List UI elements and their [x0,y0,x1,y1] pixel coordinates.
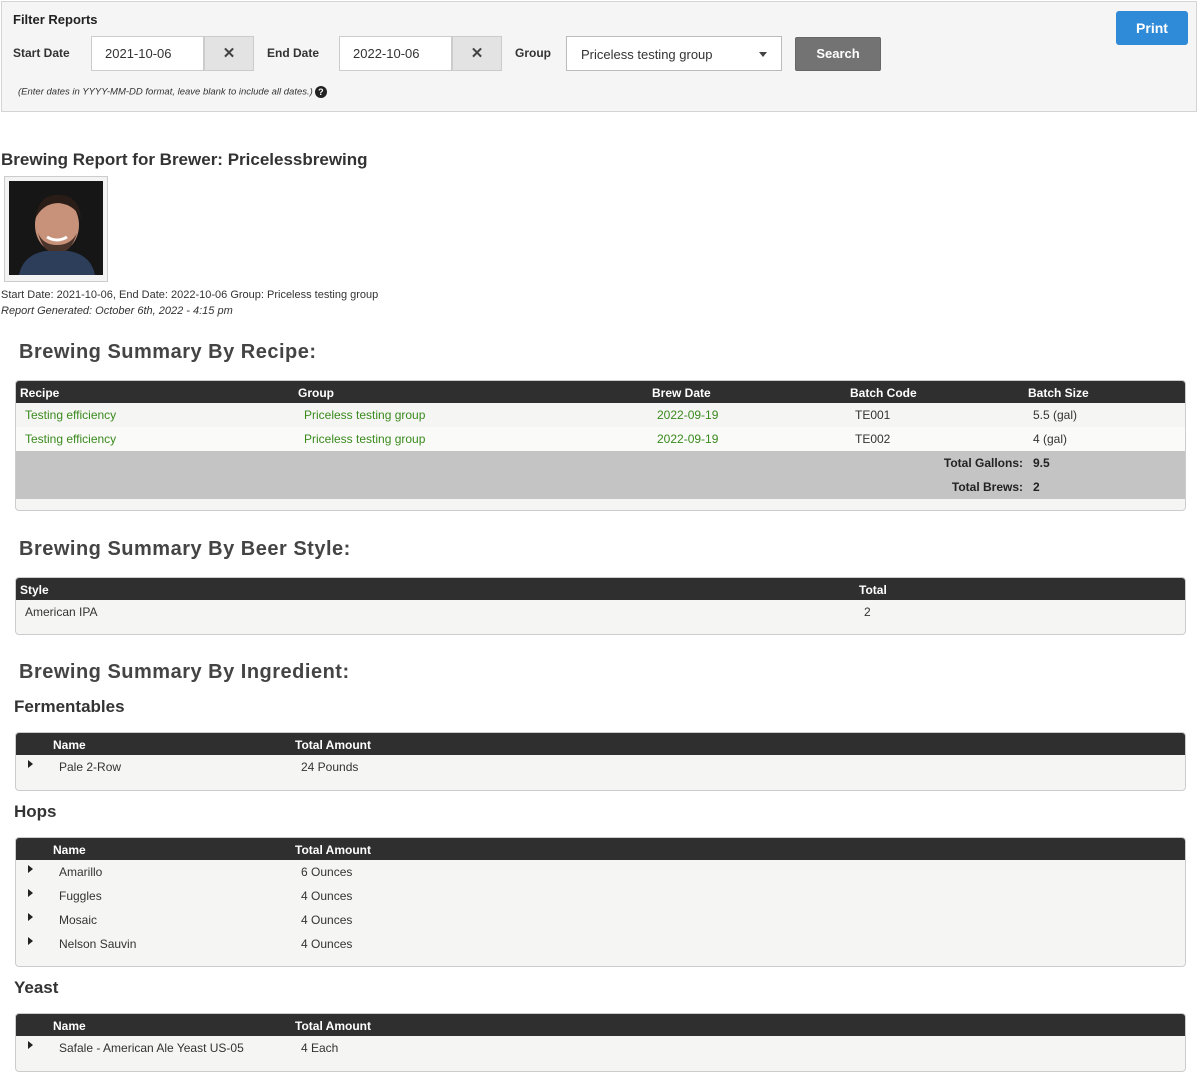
expand-icon[interactable] [28,913,33,921]
report-generated: Report Generated: October 6th, 2022 - 4:… [1,305,233,317]
group-select[interactable]: Priceless testing group [566,36,782,71]
date-format-hint: (Enter dates in YYYY-MM-DD format, leave… [18,86,327,98]
table-header: Recipe Group Brew Date Batch Code Batch … [16,381,1185,403]
hops-table: Name Total Amount Amarillo 6 Ounces Fugg… [15,837,1186,967]
table-row[interactable]: Pale 2-Row 24 Pounds [16,755,1185,779]
filter-panel: Filter Reports Start Date 2021-10-06 ✕ E… [1,1,1197,112]
help-icon[interactable]: ? [314,86,327,98]
table-header: Style Total [16,578,1185,600]
report-title: Brewing Report for Brewer: Pricelessbrew… [1,150,368,169]
brew-date-link[interactable]: 2022-09-19 [657,432,718,446]
clear-end-date-button[interactable]: ✕ [452,36,502,71]
report-filter-summary: Start Date: 2021-10-06, End Date: 2022-1… [1,289,379,301]
table-row[interactable]: Mosaic 4 Ounces [16,908,1185,932]
recipe-link[interactable]: Testing efficiency [25,432,116,446]
start-date-label: Start Date [13,46,70,60]
end-date-label: End Date [267,46,320,60]
caret-down-icon [759,52,767,57]
ingredient-name: Mosaic [59,913,98,927]
column-header-batch-size: Batch Size [1028,386,1089,400]
column-header-style: Style [20,583,49,597]
column-header-total-amount: Total Amount [295,843,371,857]
table-row[interactable]: Safale - American Ale Yeast US-05 4 Each [16,1036,1185,1060]
clear-start-date-button[interactable]: ✕ [204,36,254,71]
table-row[interactable]: Fuggles 4 Ounces [16,884,1185,908]
table-row: Testing efficiency Priceless testing gro… [16,403,1185,427]
close-icon: ✕ [222,45,236,62]
total-gallons-label: Total Gallons: [943,456,1023,470]
ingredient-amount: 4 Ounces [301,937,353,951]
expand-icon[interactable] [28,865,33,873]
table-header: Name Total Amount [16,733,1185,755]
fermentables-heading: Fermentables [14,697,125,716]
style-total: 2 [864,605,871,619]
column-header-name: Name [53,738,86,752]
column-header-batch-code: Batch Code [850,386,917,400]
batch-size: 4 (gal) [1033,432,1068,446]
column-header-brew-date: Brew Date [652,386,711,400]
ingredient-name: Fuggles [59,889,102,903]
recipe-summary-heading: Brewing Summary By Recipe: [19,341,317,363]
ingredient-amount: 4 Ounces [301,889,353,903]
column-header-group: Group [298,386,334,400]
group-link[interactable]: Priceless testing group [304,432,425,446]
totals-row: Total Gallons: 9.5 Total Brews: 2 [16,451,1185,499]
ingredient-amount: 4 Each [301,1041,339,1055]
brewer-photo [9,181,103,275]
table-header: Name Total Amount [16,838,1185,860]
filter-title: Filter Reports [13,12,98,27]
close-icon: ✕ [470,45,484,62]
end-date-input[interactable]: 2022-10-06 [339,36,452,71]
column-header-total-amount: Total Amount [295,738,371,752]
column-header-total: Total [859,583,887,597]
total-brews-label: Total Brews: [951,480,1023,494]
style-name: American IPA [25,605,98,619]
ingredient-name: Nelson Sauvin [59,937,137,951]
ingredient-name: Amarillo [59,865,103,879]
table-row: American IPA 2 [16,600,1185,624]
style-summary-table: Style Total American IPA 2 [15,577,1186,635]
recipe-link[interactable]: Testing efficiency [25,408,116,422]
group-link[interactable]: Priceless testing group [304,408,425,422]
hint-text: (Enter dates in YYYY-MM-DD format, leave… [18,86,313,98]
fermentables-table: Name Total Amount Pale 2-Row 24 Pounds [15,732,1186,791]
expand-icon[interactable] [28,937,33,945]
expand-icon[interactable] [28,889,33,897]
total-brews-value: 2 [1033,480,1040,494]
avatar [4,176,108,282]
table-row: Testing efficiency Priceless testing gro… [16,427,1185,451]
yeast-table: Name Total Amount Safale - American Ale … [15,1013,1186,1072]
search-button[interactable]: Search [795,37,881,71]
batch-code: TE001 [855,408,891,422]
table-header: Name Total Amount [16,1014,1185,1036]
ingredient-amount: 24 Pounds [301,760,359,774]
batch-code: TE002 [855,432,891,446]
print-button[interactable]: Print [1116,11,1188,45]
expand-icon[interactable] [28,760,33,768]
ingredient-summary-heading: Brewing Summary By Ingredient: [19,661,350,683]
expand-icon[interactable] [28,1041,33,1049]
ingredient-amount: 4 Ounces [301,913,353,927]
recipe-summary-table: Recipe Group Brew Date Batch Code Batch … [15,380,1186,511]
group-select-value: Priceless testing group [581,47,713,62]
column-header-name: Name [53,843,86,857]
table-row[interactable]: Amarillo 6 Ounces [16,860,1185,884]
ingredient-name: Pale 2-Row [59,760,122,774]
yeast-heading: Yeast [14,978,59,997]
group-label: Group [515,46,551,60]
start-date-input[interactable]: 2021-10-06 [91,36,204,71]
ingredient-amount: 6 Ounces [301,865,353,879]
batch-size: 5.5 (gal) [1033,408,1078,422]
ingredient-name: Safale - American Ale Yeast US-05 [59,1041,244,1055]
total-gallons-value: 9.5 [1033,456,1050,470]
column-header-recipe: Recipe [20,386,60,400]
table-row[interactable]: Nelson Sauvin 4 Ounces [16,932,1185,956]
column-header-name: Name [53,1019,86,1033]
hops-heading: Hops [14,802,57,821]
column-header-total-amount: Total Amount [295,1019,371,1033]
style-summary-heading: Brewing Summary By Beer Style: [19,538,351,560]
brew-date-link[interactable]: 2022-09-19 [657,408,718,422]
